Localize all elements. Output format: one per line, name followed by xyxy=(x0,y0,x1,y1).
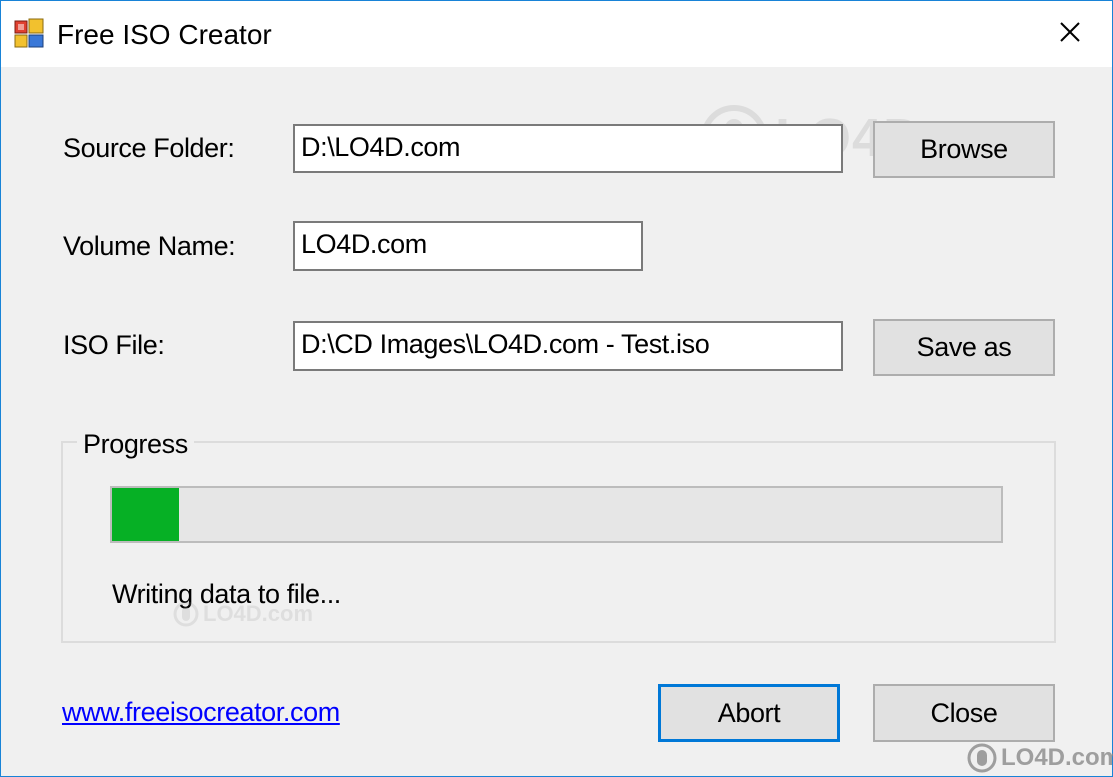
watermark-small-icon xyxy=(173,601,199,627)
app-window: Free ISO Creator LO4D.com Source Folder:… xyxy=(0,0,1113,777)
website-link[interactable]: www.freeisocreator.com xyxy=(62,695,340,729)
watermark-corner-text: LO4D.com xyxy=(1001,744,1113,771)
source-folder-label: Source Folder: xyxy=(63,133,235,163)
iso-file-label: ISO File: xyxy=(63,330,165,360)
app-icon xyxy=(14,18,46,50)
progress-bar xyxy=(110,486,1003,543)
source-folder-input[interactable]: D:\LO4D.com xyxy=(293,124,843,173)
watermark-small: LO4D.com xyxy=(173,601,313,627)
iso-file-input[interactable]: D:\CD Images\LO4D.com - Test.iso xyxy=(293,321,843,371)
title-bar: Free ISO Creator xyxy=(1,1,1112,67)
close-button[interactable]: Close xyxy=(873,684,1055,742)
close-window-button[interactable] xyxy=(1038,1,1102,67)
window-title: Free ISO Creator xyxy=(57,19,272,50)
close-icon xyxy=(1059,21,1081,48)
watermark-corner-icon xyxy=(967,743,997,773)
watermark-corner: LO4D.com xyxy=(967,743,1113,773)
progress-group-title: Progress xyxy=(77,427,194,461)
abort-button[interactable]: Abort xyxy=(658,684,840,742)
volume-name-label: Volume Name: xyxy=(63,231,236,261)
watermark-small-text: LO4D.com xyxy=(203,601,314,626)
progress-bar-fill xyxy=(112,488,179,541)
save-as-button[interactable]: Save as xyxy=(873,319,1055,376)
browse-button[interactable]: Browse xyxy=(873,121,1055,178)
volume-name-input[interactable]: LO4D.com xyxy=(293,221,643,271)
